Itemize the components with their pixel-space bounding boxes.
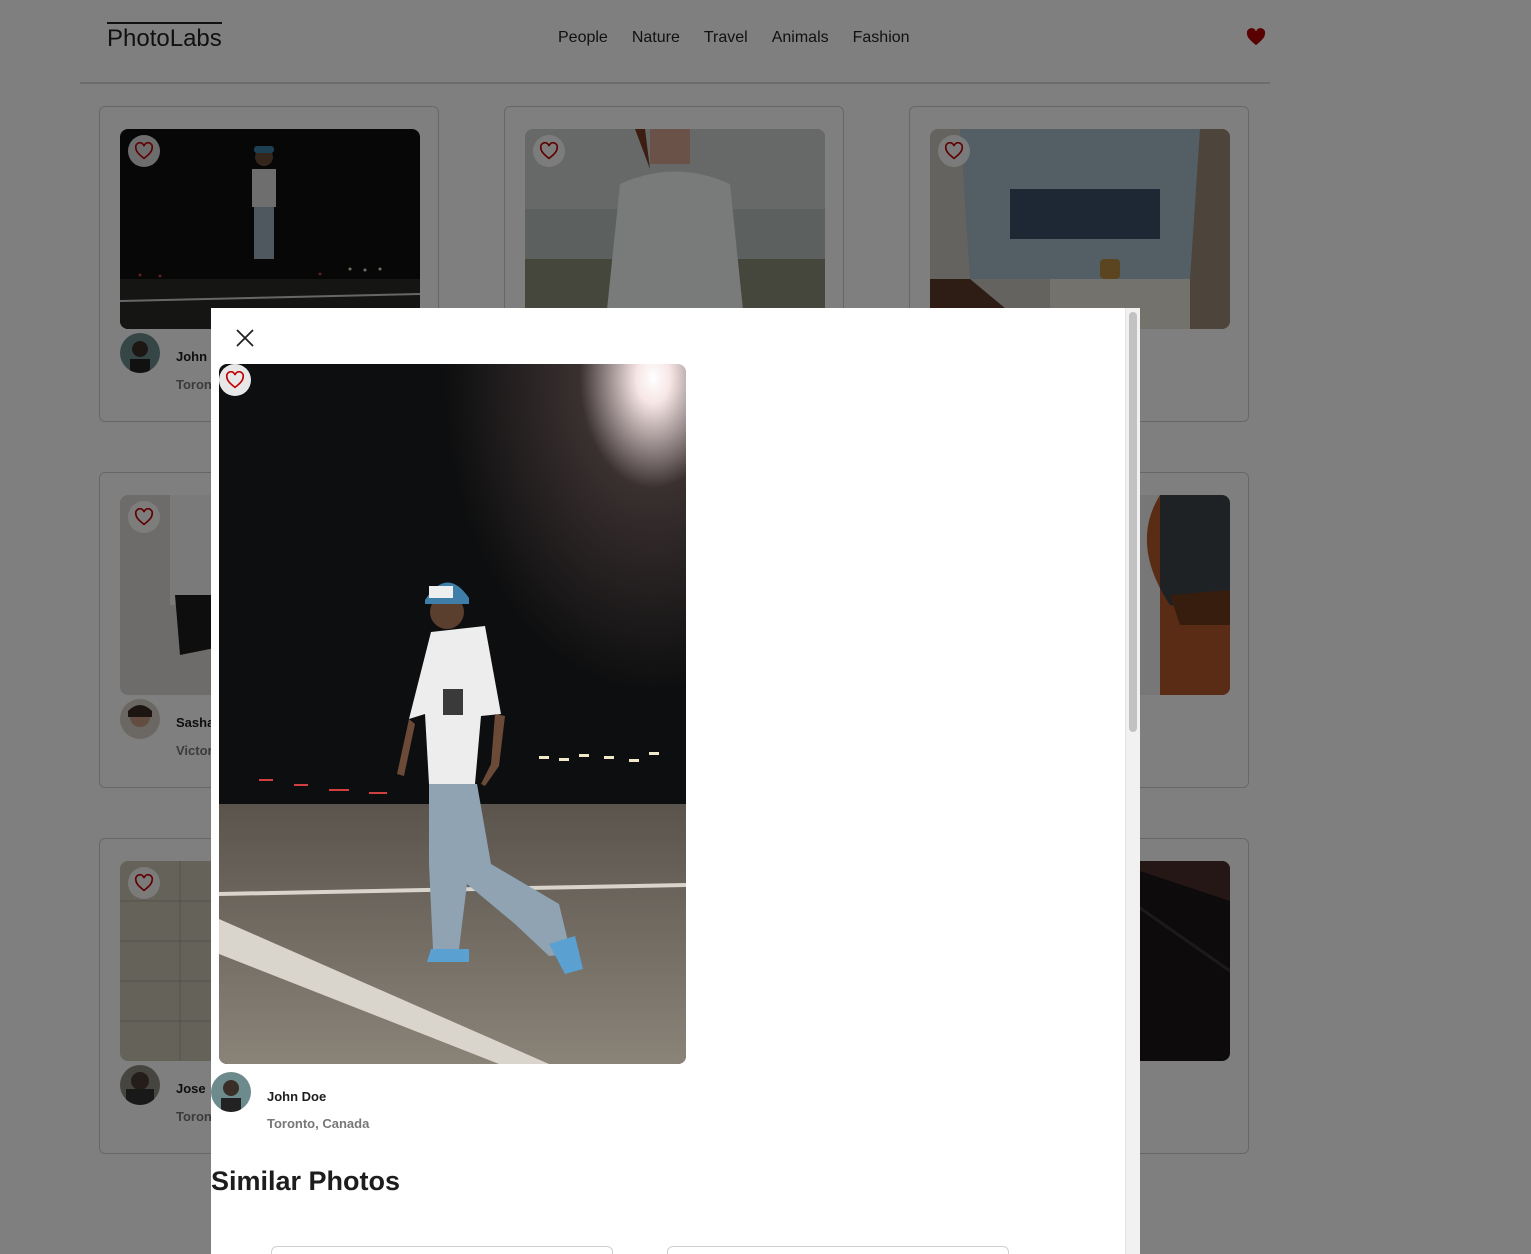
modal-scrollbar-thumb[interactable] (1129, 312, 1137, 732)
modal-photographer-location: Toronto, Canada (267, 1116, 370, 1131)
similar-photo-card[interactable] (667, 1246, 1009, 1254)
photo-details-modal: John Doe Toronto, Canada Similar Photos (211, 308, 1140, 1254)
heart-outline-icon (225, 371, 245, 389)
modal-photographer-name: John Doe (267, 1089, 327, 1104)
modal-favorite-button[interactable] (219, 364, 251, 396)
similar-photo-card[interactable] (271, 1246, 613, 1254)
modal-avatar (211, 1072, 251, 1112)
modal-scrollbar[interactable] (1125, 308, 1140, 1254)
similar-photos-heading: Similar Photos (211, 1166, 401, 1196)
modal-photo (219, 364, 686, 1064)
close-icon[interactable] (233, 326, 257, 350)
